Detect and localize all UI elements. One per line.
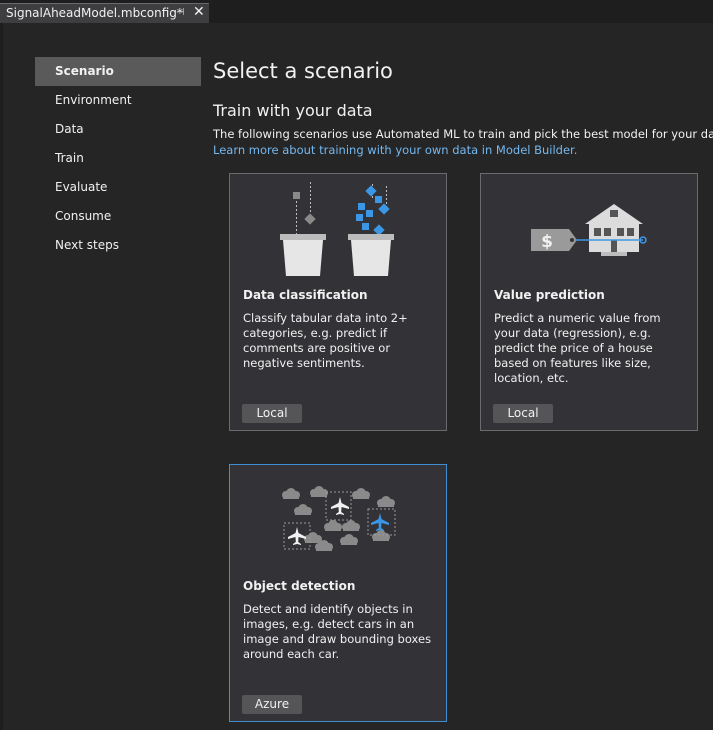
card-title: Value prediction <box>494 288 605 302</box>
section-description: The following scenarios use Automated ML… <box>213 127 713 141</box>
nav-item-scenario[interactable]: Scenario <box>35 57 201 86</box>
model-builder-panel: Scenario Environment Data Train Evaluate… <box>3 23 713 730</box>
azure-button[interactable]: Azure <box>242 695 302 714</box>
close-icon[interactable]: ✕ <box>193 4 205 20</box>
nav-item-data[interactable]: Data <box>35 115 201 144</box>
tab-bar: SignalAheadModel.mbconfig* ⊣ ✕ <box>0 0 713 23</box>
nav-item-environment[interactable]: Environment <box>35 86 201 115</box>
local-button[interactable]: Local <box>242 404 302 423</box>
planes-clouds-icon <box>282 486 396 551</box>
section-title: Train with your data <box>213 101 373 120</box>
steps-nav: Scenario Environment Data Train Evaluate… <box>35 57 201 260</box>
card-description: Detect and identify objects in images, e… <box>243 602 432 661</box>
card-description: Predict a numeric value from your data (… <box>494 311 661 385</box>
buckets-classification-icon <box>280 182 394 276</box>
house-price-icon: $ <box>531 204 647 256</box>
scenario-card-value-prediction[interactable]: $ Value prediction Predict a numeric val… <box>480 173 698 431</box>
nav-item-next-steps[interactable]: Next steps <box>35 231 201 260</box>
nav-item-consume[interactable]: Consume <box>35 202 201 231</box>
page-title: Select a scenario <box>213 59 393 83</box>
scenario-card-data-classification[interactable]: Data classification Classify tabular dat… <box>229 173 447 431</box>
card-description: Classify tabular data into 2+ categories… <box>243 311 408 370</box>
scenario-card-object-detection[interactable]: Object detection Detect and identify obj… <box>229 464 447 722</box>
card-title: Object detection <box>243 579 356 593</box>
card-title: Data classification <box>243 288 368 302</box>
tab-title: SignalAheadModel.mbconfig* <box>6 6 183 20</box>
svg-text:$: $ <box>541 232 553 252</box>
nav-item-train[interactable]: Train <box>35 144 201 173</box>
local-button[interactable]: Local <box>493 404 553 423</box>
pin-icon[interactable]: ⊣ <box>176 7 185 18</box>
learn-more-link[interactable]: Learn more about training with your own … <box>213 143 577 157</box>
nav-item-evaluate[interactable]: Evaluate <box>35 173 201 202</box>
document-tab[interactable]: SignalAheadModel.mbconfig* ⊣ ✕ <box>0 3 209 23</box>
